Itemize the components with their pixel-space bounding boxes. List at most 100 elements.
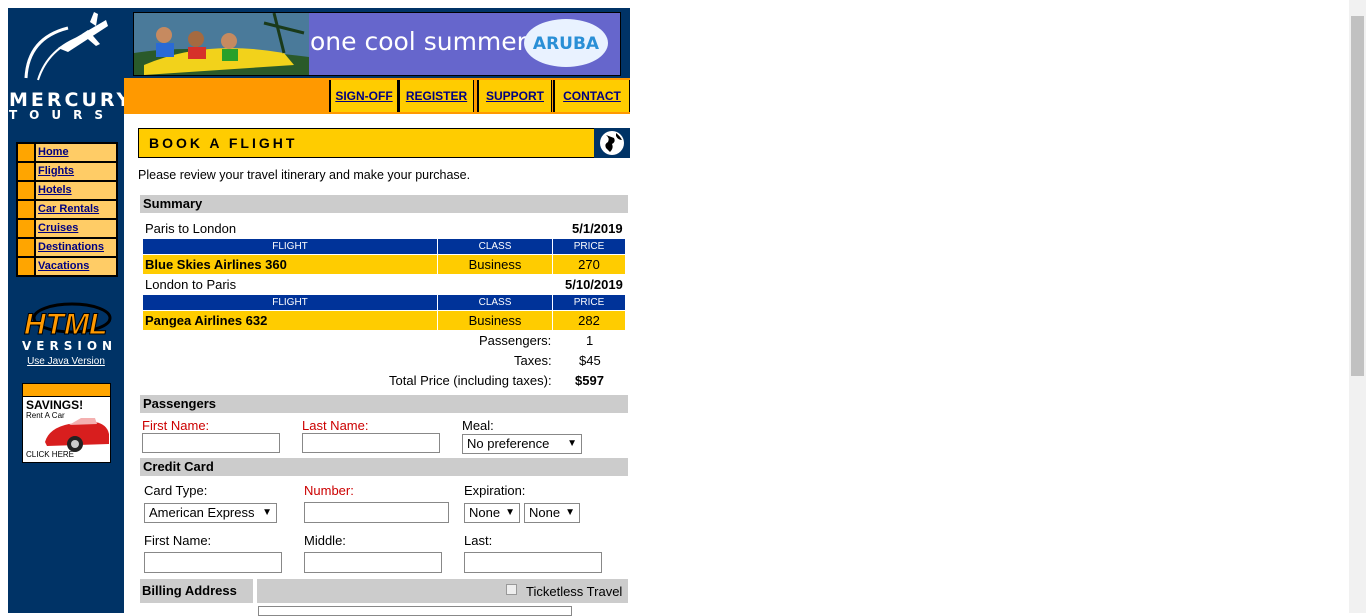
intro-text: Please review your travel itinerary and … xyxy=(138,168,471,182)
card-type-value: American Express xyxy=(149,505,255,520)
meal-select-value: No preference xyxy=(467,436,550,451)
chevron-down-icon: ▼ xyxy=(565,507,575,518)
pass-first-label: First Name: xyxy=(142,418,210,433)
exp-year-select[interactable]: None ▼ xyxy=(524,503,580,523)
col-flight: FLIGHT xyxy=(143,239,437,254)
sidebar-link-hotels[interactable]: Hotels xyxy=(38,184,72,196)
rent-a-car-ad[interactable]: SAVINGS! Rent A Car CLICK HERE xyxy=(22,383,111,463)
ticketless-label: Ticketless Travel xyxy=(526,584,623,599)
sidebar-link-cruises[interactable]: Cruises xyxy=(38,222,78,234)
total-value: $597 xyxy=(575,373,604,388)
sidebar-item-cruises: Cruises xyxy=(18,220,116,237)
meal-select[interactable]: No preference ▼ xyxy=(462,434,582,454)
card-number-input[interactable] xyxy=(304,502,449,523)
sidebar-link-destinations[interactable]: Destinations xyxy=(38,241,104,253)
card-number-label: Number: xyxy=(304,483,354,498)
leg2-date: 5/10/2019 xyxy=(565,277,623,292)
credit-card-heading: Credit Card xyxy=(140,458,628,476)
sidebar-item-car-rentals: Car Rentals xyxy=(18,201,116,218)
support-link[interactable]: SUPPORT xyxy=(486,89,544,103)
leg2-row: Pangea Airlines 632 Business 282 xyxy=(143,311,626,330)
sidebar-item-home: Home xyxy=(18,144,116,161)
billing-heading: Billing Address xyxy=(140,579,253,603)
col-price: PRICE xyxy=(553,239,625,254)
sidebar-menu: Home Flights Hotels Car Rentals Cruises … xyxy=(16,142,118,277)
java-version-link-wrap: Use Java Version xyxy=(8,356,124,367)
passengers-label: Passengers: xyxy=(479,333,552,348)
leg1-date: 5/1/2019 xyxy=(572,221,623,236)
ad-cta: CLICK HERE xyxy=(26,450,75,459)
exp-year-value: None xyxy=(529,505,561,520)
signoff-link[interactable]: SIGN-OFF xyxy=(335,89,392,103)
leg2-class: Business xyxy=(438,311,552,330)
signoff-button[interactable]: SIGN-OFF xyxy=(329,80,398,112)
scrollbar-thumb[interactable] xyxy=(1351,16,1364,376)
leg2-flight: Pangea Airlines 632 xyxy=(143,311,437,330)
leg2-table-header: FLIGHT CLASS PRICE xyxy=(143,295,626,310)
html-version-line1: HTML xyxy=(24,308,107,341)
java-version-link[interactable]: Use Java Version xyxy=(27,356,105,367)
leg1-table-header: FLIGHT CLASS PRICE xyxy=(143,239,626,254)
passenger-last-name-input[interactable] xyxy=(302,433,440,453)
cc-last-name-input[interactable] xyxy=(464,552,602,573)
logo-line2: TOURS xyxy=(9,108,116,122)
exp-month-select[interactable]: None ▼ xyxy=(464,503,520,523)
chevron-down-icon: ▼ xyxy=(567,438,577,449)
page-title: BOOK A FLIGHT xyxy=(149,135,298,151)
expiration-label: Expiration: xyxy=(464,483,526,498)
cc-middle-label: Middle: xyxy=(304,533,346,548)
leg1-row: Blue Skies Airlines 360 Business 270 xyxy=(143,255,626,274)
billing-address-row: Billing Address Ticketless Travel xyxy=(140,579,628,603)
contact-link[interactable]: CONTACT xyxy=(563,89,621,103)
leg1-class: Business xyxy=(438,255,552,274)
leg1-flight: Blue Skies Airlines 360 xyxy=(143,255,437,274)
passengers-heading: Passengers xyxy=(140,395,628,413)
sidebar-item-flights: Flights xyxy=(18,163,116,180)
taxes-label: Taxes: xyxy=(514,353,552,368)
leg2-price: 282 xyxy=(553,311,625,330)
card-type-label: Card Type: xyxy=(144,483,208,498)
chevron-down-icon: ▼ xyxy=(262,507,272,518)
register-link[interactable]: REGISTER xyxy=(406,89,467,103)
leg1-price: 270 xyxy=(553,255,625,274)
cc-first-name-input[interactable] xyxy=(144,552,282,573)
banner-slogan: one cool summer xyxy=(310,27,527,56)
summary-heading: Summary xyxy=(140,195,628,213)
book-flight-header: BOOK A FLIGHT xyxy=(138,128,629,158)
support-button[interactable]: SUPPORT xyxy=(477,80,552,112)
sidebar-link-vacations[interactable]: Vacations xyxy=(38,260,89,272)
cc-last-label: Last: xyxy=(464,533,493,548)
chevron-down-icon: ▼ xyxy=(505,507,515,518)
sidebar-link-home[interactable]: Home xyxy=(38,146,69,158)
address-input-partial[interactable] xyxy=(258,606,572,616)
beach-photo xyxy=(134,13,309,75)
meal-label: Meal: xyxy=(462,418,494,433)
sidebar-link-flights[interactable]: Flights xyxy=(38,165,74,177)
exp-month-value: None xyxy=(469,505,501,520)
plane-icon xyxy=(24,12,108,81)
sidebar-link-car-rentals[interactable]: Car Rentals xyxy=(38,203,99,215)
globe-icon-box xyxy=(594,128,630,158)
ticketless-bar: Ticketless Travel xyxy=(257,579,628,603)
card-type-select[interactable]: American Express ▼ xyxy=(144,503,277,523)
passenger-first-name-input[interactable] xyxy=(142,433,280,453)
ticketless-checkbox[interactable] xyxy=(506,584,517,595)
sidebar-item-hotels: Hotels xyxy=(18,182,116,199)
passengers-value: 1 xyxy=(586,333,594,348)
sidebar-item-destinations: Destinations xyxy=(18,239,116,256)
sidebar-item-vacations: Vacations xyxy=(18,258,116,275)
total-label: Total Price (including taxes): xyxy=(389,373,552,388)
leg1-route: Paris to London xyxy=(145,221,237,236)
aruba-logo: ARUBA xyxy=(524,19,608,67)
leg2-route: London to Paris xyxy=(145,277,237,292)
aruba-banner[interactable]: one cool summer ARUBA xyxy=(133,12,621,76)
mercury-tours-logo: MERCURY TOURS xyxy=(8,8,130,128)
register-button[interactable]: REGISTER xyxy=(398,80,474,112)
top-navigation: SIGN-OFF REGISTER SUPPORT CONTACT xyxy=(124,78,630,114)
pass-last-label: Last Name: xyxy=(302,418,369,433)
html-version-badge: HTML VERSION xyxy=(20,300,112,353)
cc-middle-name-input[interactable] xyxy=(304,552,442,573)
cc-first-label: First Name: xyxy=(144,533,212,548)
contact-button[interactable]: CONTACT xyxy=(553,80,630,112)
col-class: CLASS xyxy=(438,239,552,254)
